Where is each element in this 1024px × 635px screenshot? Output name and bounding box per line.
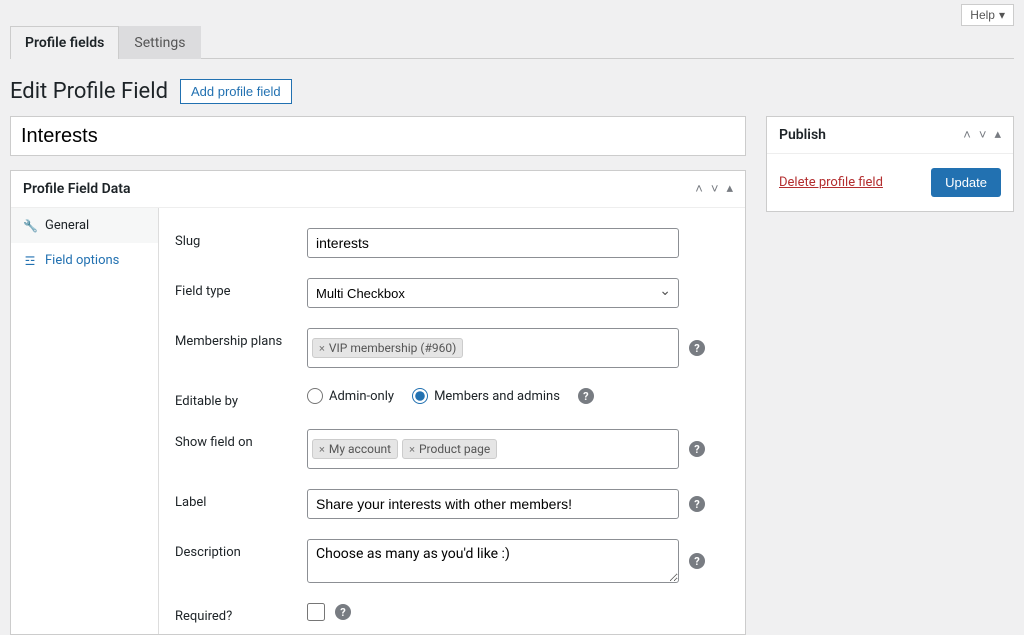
show-field-on-input[interactable]: × My account × Product page	[307, 429, 679, 469]
required-checkbox[interactable]	[307, 603, 325, 621]
remove-tag-icon[interactable]: ×	[409, 443, 415, 456]
remove-tag-icon[interactable]: ×	[319, 342, 325, 355]
field-title-input[interactable]	[10, 116, 746, 156]
editable-by-label: Editable by	[175, 388, 307, 409]
tag-label: VIP membership (#960)	[329, 341, 456, 355]
inner-tab-general[interactable]: 🔧 General	[11, 208, 158, 243]
help-icon[interactable]: ?	[689, 340, 705, 356]
primary-tabs: Profile fields Settings	[10, 26, 1014, 59]
inner-tab-field-options-label: Field options	[45, 253, 119, 268]
triangle-up-icon[interactable]: ▴	[726, 181, 733, 197]
chevron-up-icon[interactable]: ˄	[695, 181, 703, 197]
field-type-label: Field type	[175, 278, 307, 299]
triangle-up-icon[interactable]: ▴	[994, 127, 1001, 143]
label-label: Label	[175, 489, 307, 510]
caret-down-icon: ▾	[999, 8, 1005, 22]
tab-profile-fields[interactable]: Profile fields	[10, 26, 119, 59]
help-button[interactable]: Help ▾	[961, 4, 1014, 26]
help-icon[interactable]: ?	[689, 441, 705, 457]
description-label: Description	[175, 539, 307, 560]
chevron-down-icon[interactable]: ˅	[711, 181, 719, 197]
show-on-tag: × Product page	[402, 439, 497, 459]
show-field-on-label: Show field on	[175, 429, 307, 450]
editable-by-members-label: Members and admins	[434, 389, 560, 404]
inner-tab-field-options[interactable]: ☲ Field options	[11, 243, 158, 278]
field-type-select[interactable]: Multi Checkbox	[307, 278, 679, 308]
label-input[interactable]	[307, 489, 679, 519]
profile-field-data-panel: Profile Field Data ˄ ˅ ▴ 🔧 General ☲ Fie…	[10, 170, 746, 635]
show-on-tag: × My account	[312, 439, 398, 459]
tag-label: My account	[329, 442, 391, 456]
chevron-up-icon[interactable]: ˄	[963, 127, 971, 143]
editable-by-members-option[interactable]: Members and admins	[412, 388, 560, 404]
editable-by-admin-label: Admin-only	[329, 389, 394, 404]
update-button[interactable]: Update	[931, 168, 1001, 197]
editable-by-admin-option[interactable]: Admin-only	[307, 388, 394, 404]
page-title: Edit Profile Field	[10, 79, 168, 104]
delete-profile-field-link[interactable]: Delete profile field	[779, 175, 883, 190]
publish-title: Publish	[779, 127, 826, 143]
tag-label: Product page	[419, 442, 490, 456]
tab-settings[interactable]: Settings	[119, 26, 200, 59]
membership-plans-label: Membership plans	[175, 328, 307, 349]
help-icon[interactable]: ?	[689, 496, 705, 512]
help-icon[interactable]: ?	[689, 553, 705, 569]
membership-plan-tag: × VIP membership (#960)	[312, 338, 463, 358]
panel-title: Profile Field Data	[23, 181, 131, 197]
help-label: Help	[970, 8, 995, 22]
wrench-icon: 🔧	[23, 219, 37, 233]
help-icon[interactable]: ?	[578, 388, 594, 404]
slug-input[interactable]	[307, 228, 679, 258]
list-icon: ☲	[23, 254, 37, 268]
description-input[interactable]	[307, 539, 679, 583]
editable-by-admin-radio[interactable]	[307, 388, 323, 404]
publish-panel: Publish ˄ ˅ ▴ Delete profile field Updat…	[766, 116, 1014, 212]
chevron-down-icon[interactable]: ˅	[979, 127, 987, 143]
slug-label: Slug	[175, 228, 307, 249]
add-profile-field-button[interactable]: Add profile field	[180, 79, 292, 104]
help-icon[interactable]: ?	[335, 604, 351, 620]
inner-tab-general-label: General	[45, 218, 89, 233]
membership-plans-input[interactable]: × VIP membership (#960)	[307, 328, 679, 368]
panel-inner-tabs: 🔧 General ☲ Field options	[11, 208, 159, 634]
required-label: Required?	[175, 603, 307, 624]
remove-tag-icon[interactable]: ×	[319, 443, 325, 456]
editable-by-members-radio[interactable]	[412, 388, 428, 404]
